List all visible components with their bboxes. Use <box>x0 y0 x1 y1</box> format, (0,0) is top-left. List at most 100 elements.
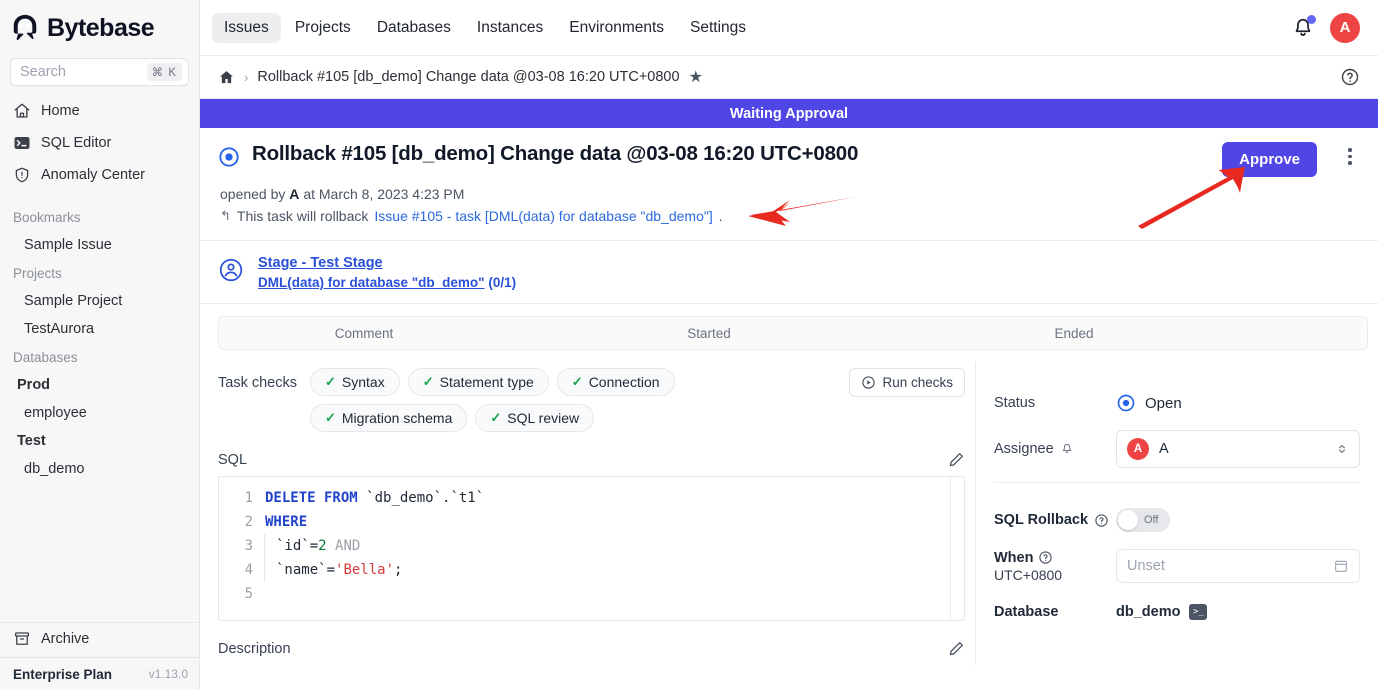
search-container: Search ⌘ K <box>0 58 199 86</box>
approve-button[interactable]: Approve <box>1222 142 1317 177</box>
status-row: Status Open <box>994 384 1360 422</box>
plan-version: v1.13.0 <box>149 667 188 681</box>
rollback-issue-link[interactable]: Issue #105 - task [DML(data) for databas… <box>374 208 712 224</box>
archive-icon <box>13 630 31 648</box>
question-circle-icon[interactable] <box>1038 550 1053 565</box>
column-header-started: Started <box>509 326 909 341</box>
opened-prefix: opened by <box>220 186 285 202</box>
sidebar-item-home[interactable]: Home <box>0 95 199 127</box>
notification-badge <box>1307 15 1316 24</box>
tab-settings[interactable]: Settings <box>678 13 758 43</box>
check-icon: ✓ <box>572 374 583 390</box>
when-datetime-input[interactable]: Unset <box>1116 549 1360 583</box>
sidebar-item-sample-project[interactable]: Sample Project <box>0 287 199 315</box>
sql-section-header: SQL <box>218 451 965 468</box>
shield-alert-icon <box>13 166 31 184</box>
tab-issues[interactable]: Issues <box>212 13 281 43</box>
rollback-note: ↰ This task will rollback Issue #105 - t… <box>220 208 1360 224</box>
tab-instances[interactable]: Instances <box>465 13 555 43</box>
stage-task-name: DML(data) for database "db_demo" <box>258 275 485 290</box>
rollback-prefix: This task will rollback <box>237 208 368 224</box>
detail-columns: Task checks ✓ Syntax ✓ Statement type <box>200 362 1378 665</box>
sql-operator: AND <box>327 538 361 554</box>
issue-opened-meta: opened by A at March 8, 2023 4:23 PM <box>220 186 1360 202</box>
kebab-menu-icon[interactable] <box>1340 148 1360 165</box>
run-checks-button[interactable]: Run checks <box>849 368 965 397</box>
question-circle-icon[interactable] <box>1340 67 1360 87</box>
top-navigation: Issues Projects Databases Instances Envi… <box>200 0 1378 56</box>
task-table: Comment Started Ended <box>200 304 1378 362</box>
pencil-icon[interactable] <box>948 451 965 468</box>
task-check-chip[interactable]: ✓ Migration schema <box>310 404 467 432</box>
play-circle-icon <box>861 375 876 390</box>
task-check-label: Syntax <box>342 374 385 390</box>
sidebar-item-label: Home <box>41 103 80 119</box>
content-scroll: Rollback #105 [db_demo] Change data @03-… <box>200 128 1378 690</box>
question-circle-icon[interactable] <box>1094 513 1109 528</box>
terminal-icon[interactable]: >_ <box>1189 604 1207 620</box>
status-banner: Waiting Approval <box>200 99 1378 128</box>
opened-mid: at <box>303 186 315 202</box>
task-check-chip[interactable]: ✓ SQL review <box>475 404 594 432</box>
breadcrumb-home-icon[interactable] <box>218 69 235 86</box>
sidebar-group-test[interactable]: Test <box>0 427 199 455</box>
calendar-icon <box>1333 558 1349 574</box>
sidebar-item-anomaly-center[interactable]: Anomaly Center <box>0 159 199 191</box>
task-check-chip[interactable]: ✓ Syntax <box>310 368 400 396</box>
section-label-bookmarks: Bookmarks <box>0 203 199 231</box>
assignee-select[interactable]: A A <box>1116 430 1360 468</box>
editor-scrollbar[interactable] <box>950 477 964 620</box>
tab-projects[interactable]: Projects <box>283 13 363 43</box>
sql-section-title: SQL <box>218 452 247 468</box>
sidebar-item-db-demo[interactable]: db_demo <box>0 455 199 483</box>
brand-name: Bytebase <box>47 14 154 43</box>
sidebar-item-sample-issue[interactable]: Sample Issue <box>0 231 199 259</box>
bell-icon[interactable] <box>1292 17 1314 39</box>
sql-keyword: DELETE FROM <box>265 490 366 506</box>
line-number: 2 <box>219 510 265 534</box>
section-label-projects: Projects <box>0 259 199 287</box>
code-line: 2 WHERE <box>219 510 950 534</box>
sidebar-item-archive[interactable]: Archive <box>0 622 199 654</box>
issue-header: Rollback #105 [db_demo] Change data @03-… <box>200 128 1378 241</box>
toggle-knob <box>1118 510 1138 530</box>
nav-tabs: Issues Projects Databases Instances Envi… <box>212 13 758 43</box>
search-placeholder: Search <box>20 64 147 80</box>
sql-code-editor[interactable]: 1 DELETE FROM `db_demo`.`t1` 2 WHERE 3 `… <box>218 476 965 621</box>
radio-open-icon <box>1116 393 1136 413</box>
code-text: WHERE <box>265 510 307 534</box>
bell-small-icon <box>1060 442 1074 456</box>
sql-rollback-toggle[interactable]: Off <box>1116 508 1170 532</box>
task-check-chip[interactable]: ✓ Connection <box>557 368 675 396</box>
run-checks-label: Run checks <box>882 375 953 390</box>
stage-task-link[interactable]: DML(data) for database "db_demo" (0/1) <box>258 275 516 290</box>
task-check-chip[interactable]: ✓ Statement type <box>408 368 549 396</box>
stage-title-link[interactable]: Stage - Test Stage <box>258 255 516 271</box>
sql-identifier: `name`= <box>276 562 335 578</box>
database-label: Database <box>994 604 1116 620</box>
sidebar-group-prod[interactable]: Prod <box>0 371 199 399</box>
sidebar-item-sql-editor[interactable]: SQL Editor <box>0 127 199 159</box>
status-value: Open <box>1145 395 1182 412</box>
sql-identifier: `db_demo`.`t1` <box>366 490 484 506</box>
sql-rollback-label: SQL Rollback <box>994 512 1116 528</box>
sql-string: 'Bella' <box>335 562 394 578</box>
avatar[interactable]: A <box>1330 13 1360 43</box>
tab-environments[interactable]: Environments <box>557 13 676 43</box>
status-value-wrap: Open <box>1116 393 1182 413</box>
tab-databases[interactable]: Databases <box>365 13 463 43</box>
sidebar-item-testaurora[interactable]: TestAurora <box>0 315 199 343</box>
brand-logo[interactable]: Bytebase <box>0 0 199 56</box>
archive-label: Archive <box>41 631 89 647</box>
star-icon[interactable]: ★ <box>689 67 703 87</box>
sql-rollback-label-text: SQL Rollback <box>994 512 1088 528</box>
pencil-icon[interactable] <box>948 640 965 657</box>
stage-section: Stage - Test Stage DML(data) for databas… <box>200 241 1378 304</box>
search-input[interactable]: Search ⌘ K <box>10 58 189 86</box>
section-label-databases: Databases <box>0 343 199 371</box>
breadcrumb-title: Rollback #105 [db_demo] Change data @03-… <box>257 69 679 85</box>
description-section-header: Description <box>218 640 965 657</box>
open-circle-icon <box>218 146 240 168</box>
code-line: 1 DELETE FROM `db_demo`.`t1` <box>219 486 950 510</box>
sidebar-item-employee[interactable]: employee <box>0 399 199 427</box>
